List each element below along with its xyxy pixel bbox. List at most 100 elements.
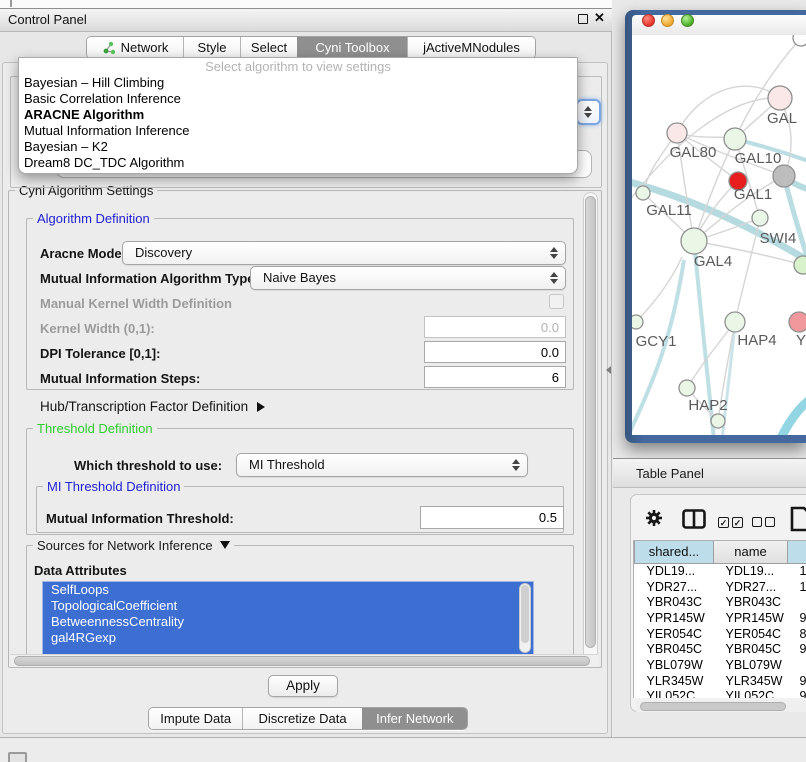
column-header-name[interactable]: name [714, 541, 788, 563]
table-cell[interactable]: YER054C [635, 626, 714, 642]
network-node-HAP4[interactable] [725, 312, 745, 332]
tab-jactivemnodules[interactable]: jActiveMNodules [407, 37, 535, 58]
table-cell[interactable]: YBL079W [635, 657, 714, 673]
table-cell[interactable] [788, 594, 806, 610]
table-horizontal-scrollbar-thumb[interactable] [640, 702, 786, 711]
table-cell[interactable]: 9. [788, 689, 806, 699]
deselect-checkboxes-icon[interactable] [752, 514, 778, 532]
algorithm-option[interactable]: ARACNE Algorithm [19, 107, 577, 123]
table-cell[interactable]: YPR145W [714, 610, 788, 626]
table-cell[interactable]: YLR345W [714, 673, 788, 689]
table-cell[interactable]: 12 [788, 579, 806, 595]
settings-horizontal-scrollbar-thumb[interactable] [14, 656, 590, 666]
table-cell[interactable]: YBL079W [714, 657, 788, 673]
table-cell[interactable]: YIL052C [635, 689, 714, 699]
settings-vertical-scrollbar-thumb[interactable] [585, 196, 596, 648]
network-node-SWI4[interactable] [794, 256, 806, 274]
zoom-traffic-light[interactable] [681, 14, 694, 27]
aracne-mode-combobox[interactable]: Discovery [122, 241, 566, 265]
splitter-collapse-icon[interactable] [606, 366, 611, 374]
algorithm-option[interactable]: Dream8 DC_TDC Algorithm [19, 155, 577, 171]
network-node-GAL11[interactable] [636, 186, 650, 200]
algorithm-option[interactable]: Mutual Information Inference [19, 123, 577, 139]
tab-impute-data[interactable]: Impute Data [149, 708, 242, 729]
table-cell[interactable] [788, 657, 806, 673]
network-canvas[interactable]: GALGAL80GAL10GAL1GAL11GAL4SWI4GCY1HAP4YH… [632, 35, 806, 435]
column-header-partial[interactable]: A [788, 541, 806, 563]
mi-algorithm-type-combobox[interactable]: Naive Bayes [250, 266, 566, 290]
table-cell[interactable]: YLR345W [635, 673, 714, 689]
network-node-GAL1[interactable] [752, 210, 768, 226]
table-cell[interactable]: 13 [788, 563, 806, 579]
network-node-GAL10[interactable] [724, 128, 746, 150]
float-icon[interactable] [578, 14, 588, 24]
table-cell[interactable]: YPR145W [635, 610, 714, 626]
kernel-width-field[interactable] [424, 316, 566, 338]
algorithm-option[interactable]: Basic Correlation Inference [19, 91, 577, 107]
corner-button[interactable] [8, 752, 27, 762]
table-cell[interactable]: YBR045C [635, 641, 714, 657]
close-traffic-light[interactable] [642, 14, 655, 27]
data-attribute-item[interactable]: TopologicalCoefficient [43, 598, 533, 614]
table-cell[interactable]: YDL19... [714, 563, 788, 579]
tab-discretize-data[interactable]: Discretize Data [242, 708, 361, 729]
table-row[interactable]: YPR145WYPR145W9. [635, 610, 806, 626]
table-row[interactable]: YER054CYER054C8. [635, 626, 806, 642]
hub-definition-expander[interactable]: Hub/Transcription Factor Definition [40, 399, 265, 414]
algorithm-option[interactable]: Bayesian – K2 [19, 139, 577, 155]
tab-cyni-toolbox[interactable]: Cyni Toolbox [297, 37, 407, 58]
table-cell[interactable]: 9. [788, 673, 806, 689]
network-node-bottom-node[interactable] [711, 414, 725, 428]
network-node-gray-node[interactable] [773, 165, 795, 187]
table-row[interactable]: YLR345WYLR345W9. [635, 673, 806, 689]
mi-threshold-field[interactable] [420, 506, 564, 529]
network-node-GAL4[interactable] [681, 228, 707, 254]
data-attribute-item[interactable]: BetweennessCentrality [43, 614, 533, 630]
data-attribute-item[interactable]: SelfLoops [43, 582, 533, 598]
table-row[interactable]: YIL052CYIL052C9. [635, 689, 806, 699]
network-node-salmon[interactable] [789, 312, 806, 332]
data-attribute-item[interactable]: gal4RGexp [43, 630, 533, 646]
tab-select[interactable]: Select [240, 37, 297, 58]
manual-kernel-width-checkbox[interactable] [549, 294, 564, 309]
algorithm-combobox-stepper[interactable] [576, 99, 601, 125]
table-cell[interactable]: 8. [788, 626, 806, 642]
table-cell[interactable]: 9. [788, 610, 806, 626]
algorithm-option[interactable]: Bayesian – Hill Climbing [19, 75, 577, 91]
table-row[interactable]: YBL079WYBL079W [635, 657, 806, 673]
column-view-icon[interactable] [682, 509, 706, 534]
new-table-icon[interactable] [790, 506, 806, 537]
table-row[interactable]: YDR27...YDR27...12 [635, 579, 806, 595]
tab-infer-network[interactable]: Infer Network [362, 708, 467, 729]
table-cell[interactable]: YDR27... [635, 579, 714, 595]
network-window-titlebar[interactable] [632, 15, 806, 35]
minimize-traffic-light[interactable] [661, 14, 674, 27]
tab-style[interactable]: Style [183, 37, 240, 58]
table-cell[interactable]: YBR045C [714, 641, 788, 657]
table-cell[interactable]: YBR043C [635, 594, 714, 610]
attributes-list-scrollbar-thumb[interactable] [521, 585, 529, 643]
table-cell[interactable]: YDR27... [714, 579, 788, 595]
network-node-HAP2[interactable] [679, 380, 695, 396]
table-row[interactable]: YBR043CYBR043C [635, 594, 806, 610]
close-icon[interactable]: ✕ [594, 10, 605, 26]
network-node-GCY1[interactable] [632, 315, 643, 329]
table-row[interactable]: YBR045CYBR045C9. [635, 641, 806, 657]
dpi-tolerance-field[interactable] [424, 341, 566, 363]
table-cell[interactable]: YER054C [714, 626, 788, 642]
which-threshold-combobox[interactable]: MI Threshold [236, 453, 528, 477]
table-row[interactable]: YDL19...YDL19...13 [635, 563, 806, 579]
select-checkboxes-icon[interactable]: ✓✓ [718, 513, 746, 531]
column-header-shared-name[interactable]: shared... [635, 541, 714, 563]
mi-steps-field[interactable] [424, 366, 566, 388]
tab-network[interactable]: Network [87, 37, 183, 58]
table-cell[interactable]: YBR043C [714, 594, 788, 610]
network-node-GAL-pink[interactable] [768, 86, 792, 110]
network-node-GAL80[interactable] [667, 123, 687, 143]
bottom-tabs: Impute Data Discretize Data Infer Networ… [148, 707, 468, 730]
apply-button[interactable]: Apply [268, 675, 338, 697]
table-cell[interactable]: YDL19... [635, 563, 714, 579]
table-cell[interactable]: YIL052C [714, 689, 788, 699]
table-cell[interactable]: 9. [788, 641, 806, 657]
settings-gear-icon[interactable] [645, 509, 663, 532]
